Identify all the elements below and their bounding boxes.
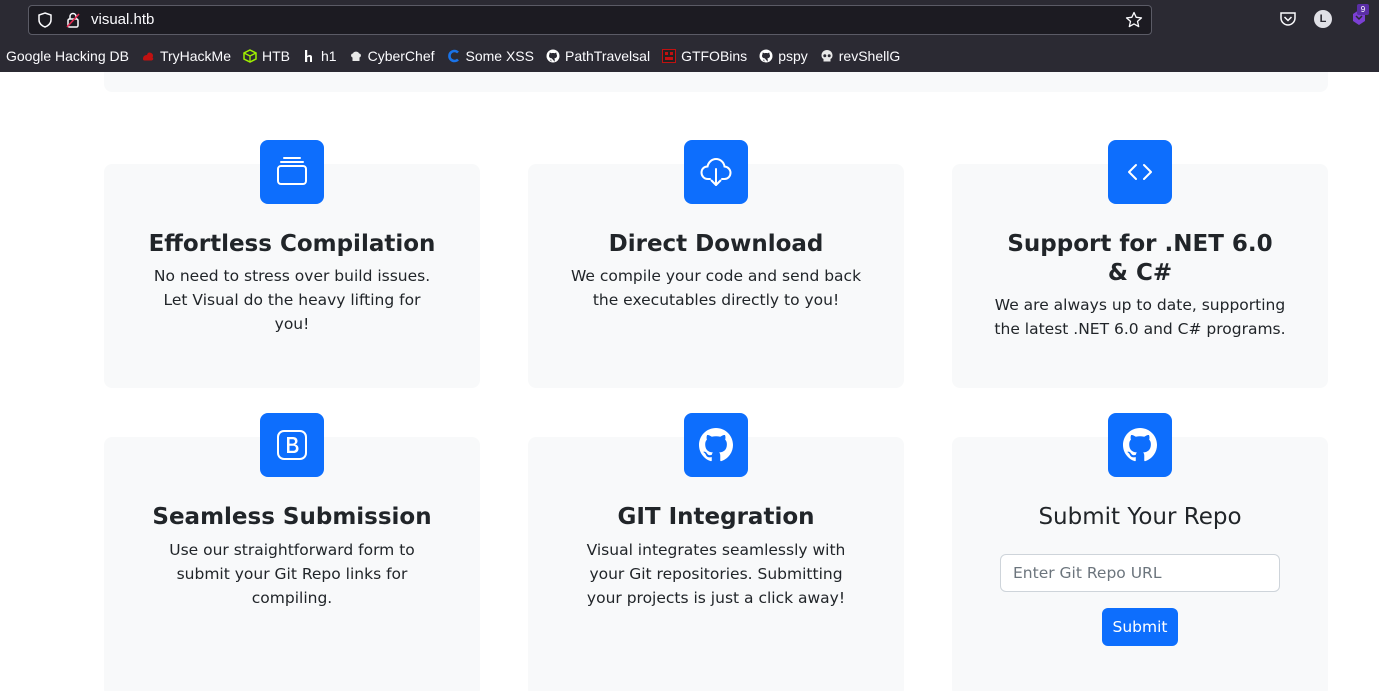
bookmark-gtfobins[interactable]: GTFOBins — [662, 48, 747, 64]
htb-cube-icon — [243, 49, 257, 63]
bookmark-pathtravelsal[interactable]: PathTravelsal — [546, 48, 650, 64]
bookmark-label: Google Hacking DB — [6, 48, 129, 64]
address-bar[interactable]: visual.htb — [28, 5, 1152, 35]
feature-text: We compile your code and send back the e… — [570, 267, 862, 309]
bookmark-label: HTB — [262, 48, 290, 64]
github-icon — [699, 428, 733, 462]
feature-text: Visual integrates seamlessly with your G… — [586, 541, 846, 607]
account-initial: L — [1314, 10, 1332, 28]
bookmark-h1[interactable]: h1 — [302, 48, 337, 64]
pocket-icon[interactable] — [1279, 10, 1297, 28]
feature-icon-box — [1108, 140, 1172, 204]
insecure-lock-icon[interactable] — [65, 11, 81, 29]
bookmark-pspy[interactable]: pspy — [759, 48, 808, 64]
submit-button[interactable]: Submit — [1102, 608, 1178, 646]
bookmark-label: revShellG — [838, 48, 901, 64]
bookmarks-toolbar: Google Hacking DB TryHackMe HTB h1 Cyber… — [0, 42, 1379, 70]
page-content: Effortless Compilation No need to stress… — [0, 72, 1379, 691]
code-icon — [1128, 164, 1152, 180]
bookmark-tryhackme[interactable]: TryHackMe — [141, 48, 231, 64]
bookmark-label: h1 — [321, 48, 337, 64]
bookmark-label: GTFOBins — [681, 48, 748, 64]
extension-button[interactable]: 9 — [1350, 4, 1369, 26]
bookmark-label: TryHackMe — [159, 48, 231, 64]
feature-icon-box — [684, 140, 748, 204]
hackerone-icon — [305, 50, 312, 62]
feature-title: Direct Download — [608, 231, 824, 257]
bookmark-label: PathTravelsal — [564, 48, 651, 64]
account-avatar[interactable]: L — [1314, 10, 1332, 28]
bookmark-some-xss[interactable]: Some XSS — [447, 48, 534, 64]
bootstrap-icon — [277, 430, 307, 460]
bookmark-label: Some XSS — [465, 48, 534, 64]
feature-title: Support for .NET 6.0 & C# — [1007, 231, 1273, 286]
collection-icon — [277, 157, 307, 185]
bookmark-revshellg[interactable]: revShellG — [820, 48, 900, 64]
extension-badge: 9 — [1357, 4, 1369, 15]
bookmark-google-hacking-db[interactable]: Google Hacking DB — [6, 48, 129, 64]
tracking-protection-icon[interactable] — [37, 12, 53, 28]
feature-icon-box — [260, 140, 324, 204]
feature-text: Use our straightforward form to submit y… — [169, 541, 415, 607]
chef-hat-icon — [350, 51, 361, 61]
bookmark-star-icon[interactable] — [1125, 11, 1143, 29]
gtfobins-icon — [662, 49, 677, 63]
feature-icon-box — [684, 413, 748, 477]
bookmark-label: pspy — [778, 48, 808, 64]
feature-text: No need to stress over build issues. Let… — [153, 267, 431, 333]
skull-icon — [821, 50, 833, 62]
url-text[interactable]: visual.htb — [91, 11, 154, 28]
feature-text: We are always up to date, supporting the… — [994, 296, 1286, 338]
tryhackme-icon — [142, 52, 154, 61]
bookmark-label: CyberChef — [367, 48, 435, 64]
submit-form-title: Submit Your Repo — [1038, 504, 1242, 530]
github-icon — [759, 49, 773, 63]
feature-title: Effortless Compilation — [148, 231, 436, 257]
git-repo-url-input[interactable] — [1000, 554, 1280, 592]
browser-chrome: visual.htb L 9 Google Hacking DB TryHack… — [0, 0, 1379, 72]
feature-title: GIT Integration — [617, 504, 815, 530]
cloud-download-icon — [700, 157, 732, 186]
feature-icon-box — [260, 413, 324, 477]
bookmark-cyberchef[interactable]: CyberChef — [349, 48, 435, 64]
previous-section-bottom — [104, 72, 1328, 92]
feature-title: Seamless Submission — [152, 504, 432, 530]
bookmark-htb[interactable]: HTB — [243, 48, 290, 64]
github-icon — [1123, 428, 1157, 462]
xss-icon — [447, 49, 459, 63]
github-icon — [546, 49, 560, 63]
feature-icon-box — [1108, 413, 1172, 477]
